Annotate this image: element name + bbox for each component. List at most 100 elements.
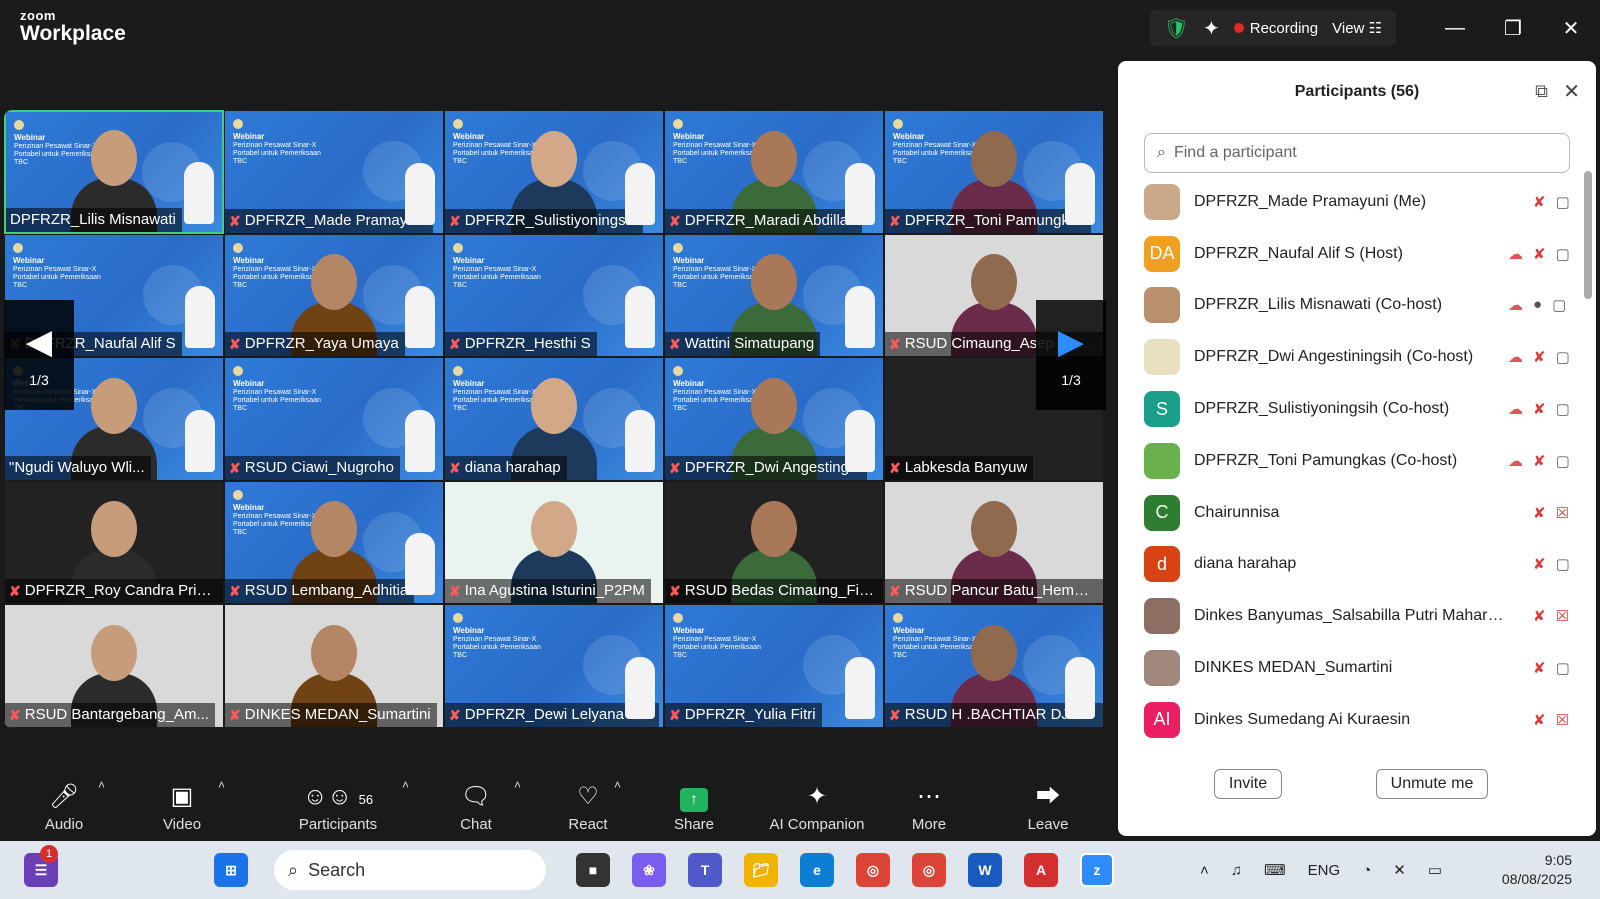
cloud-record-icon[interactable]: ☁ <box>1508 348 1523 366</box>
chat-options-caret[interactable]: ˄ <box>514 778 521 792</box>
video-tile[interactable]: WebinarPerizinan Pesawat Sinar-X Portabe… <box>224 357 444 481</box>
video-off-icon[interactable]: ☒ <box>1556 504 1569 522</box>
video-tile[interactable]: WebinarPerizinan Pesawat Sinar-X Portabe… <box>444 357 664 481</box>
prev-page-button[interactable]: ◀ 1/3 <box>4 300 74 410</box>
video-tile[interactable]: WebinarPerizinan Pesawat Sinar-X Portabe… <box>664 604 884 728</box>
react-options-caret[interactable]: ˄ <box>614 778 621 792</box>
video-tile[interactable]: ✘ Ina Agustina Isturini_P2PM <box>444 480 664 605</box>
wifi-icon[interactable]: ◔ <box>1362 862 1371 879</box>
video-options-caret[interactable]: ˄ <box>218 778 225 792</box>
participant-row[interactable]: CChairunnisa☁✘☒ <box>1144 487 1570 539</box>
audio-button[interactable]: 🎤︎ Audio <box>38 782 90 833</box>
ai-companion-button[interactable]: ✦ AI Companion <box>760 782 874 833</box>
volume-muted-icon[interactable]: ✕ <box>1393 861 1406 879</box>
mic-muted-icon[interactable]: ✘ <box>1533 504 1546 522</box>
participant-row[interactable]: DPFRZR_Made Pramayuni (Me)☁✘▢ <box>1144 176 1570 228</box>
leave-button[interactable]: ⮕ Leave <box>1022 782 1074 833</box>
video-camera-icon[interactable]: ▢ <box>1556 245 1570 263</box>
cloud-record-icon[interactable]: ☁ <box>1508 452 1523 470</box>
video-tile[interactable]: ✘ RSUD Pancur Batu_Hema ... <box>884 480 1104 605</box>
video-camera-icon[interactable]: ▢ <box>1556 348 1570 366</box>
video-camera-icon[interactable]: ▢ <box>1556 452 1570 470</box>
ai-sparkle-icon[interactable]: ✦ <box>1203 16 1220 41</box>
mic-muted-icon[interactable]: ✘ <box>1533 659 1546 677</box>
unmute-me-button[interactable]: Unmute me <box>1376 769 1488 799</box>
invite-button[interactable]: Invite <box>1214 769 1282 799</box>
zoom-taskbar-icon[interactable]: z <box>1080 853 1114 887</box>
share-button[interactable]: ↑ Share <box>666 782 722 833</box>
video-camera-icon[interactable]: ▢ <box>1556 659 1570 677</box>
clock[interactable]: 9:05 08/08/2025 <box>1502 851 1572 889</box>
restore-button[interactable]: ❐ <box>1484 0 1542 56</box>
language-indicator[interactable]: ENG <box>1308 862 1341 879</box>
video-tile[interactable]: WebinarPerizinan Pesawat Sinar-X Portabe… <box>224 233 444 358</box>
video-off-icon[interactable]: ☒ <box>1556 711 1569 729</box>
chrome-icon[interactable]: ◎ <box>856 853 890 887</box>
participant-row[interactable]: DPFRZR_Lilis Misnawati (Co-host) ☁ ● ▢ <box>1144 280 1570 332</box>
shield-icon[interactable]: 🛡 <box>1164 16 1189 41</box>
video-tile[interactable]: WebinarPerizinan Pesawat Sinar-X Portabe… <box>444 604 664 728</box>
participants-button[interactable]: ☺☺ 56 Participants <box>290 782 386 833</box>
keyboard-icon[interactable]: ⌨ <box>1264 861 1286 879</box>
video-tile[interactable]: WebinarPerizinan Pesawat Sinar-X Portabe… <box>664 110 884 234</box>
video-tile[interactable]: WebinarPerizinan Pesawat Sinar-X Portabe… <box>4 110 224 234</box>
participant-row[interactable]: DPFRZR_Toni Pamungkas (Co-host) ☁ ✘ ▢ <box>1144 435 1570 487</box>
mic-icon[interactable]: ● <box>1533 296 1542 314</box>
participant-row[interactable]: DA DPFRZR_Naufal Alif S (Host) ☁ ✘ ▢ <box>1144 228 1570 280</box>
audio-options-caret[interactable]: ˄ <box>98 778 105 792</box>
mic-muted-icon[interactable]: ✘ <box>1533 555 1546 573</box>
video-button[interactable]: ▣ Video <box>154 782 210 833</box>
task-view-icon[interactable]: ■ <box>576 853 610 887</box>
video-tile[interactable]: WebinarPerizinan Pesawat Sinar-X Portabe… <box>444 110 664 234</box>
video-tile[interactable]: WebinarPerizinan Pesawat Sinar-X Portabe… <box>224 480 444 605</box>
video-tile[interactable]: WebinarPerizinan Pesawat Sinar-X Portabe… <box>444 233 664 358</box>
react-button[interactable]: ♡ React <box>560 782 616 833</box>
video-off-icon[interactable]: ☒ <box>1556 607 1569 625</box>
more-button[interactable]: ⋯ More <box>904 782 954 833</box>
chrome-profile-icon[interactable]: ◎ <box>912 853 946 887</box>
windows-start-icon[interactable]: ⊞ <box>214 853 248 887</box>
chevron-up-icon[interactable]: ˄ <box>1200 862 1209 879</box>
mic-muted-icon[interactable]: ✘ <box>1533 607 1546 625</box>
view-button[interactable]: View ☷ <box>1332 19 1382 37</box>
participant-row[interactable]: Dinkes Banyumas_Salsabilla Putri Mahara.… <box>1144 590 1570 642</box>
speech-icon[interactable]: ♫ <box>1231 862 1242 879</box>
video-tile[interactable]: WebinarPerizinan Pesawat Sinar-X Portabe… <box>224 110 444 234</box>
video-camera-icon[interactable]: ▢ <box>1556 555 1570 573</box>
close-window-button[interactable]: ✕ <box>1542 0 1600 56</box>
cloud-record-icon[interactable]: ☁ <box>1508 296 1523 314</box>
search-input[interactable] <box>1173 144 1554 162</box>
cloud-record-icon[interactable]: ☁ <box>1508 400 1523 418</box>
battery-icon[interactable]: ▭ <box>1428 861 1442 879</box>
mic-muted-icon[interactable]: ✘ <box>1533 452 1546 470</box>
popout-icon[interactable]: ⧉ <box>1535 81 1548 102</box>
video-tile[interactable]: ✘ RSUD Bedas Cimaung_Fik... <box>664 480 884 605</box>
participant-row[interactable]: S DPFRZR_Sulistiyoningsih (Co-host) ☁ ✘ ▢ <box>1144 383 1570 435</box>
edge-icon[interactable]: e <box>800 853 834 887</box>
recording-indicator[interactable]: Recording <box>1233 20 1318 37</box>
participant-row[interactable]: DPFRZR_Dwi Angestiningsih (Co-host) ☁ ✘ ▢ <box>1144 331 1570 383</box>
chat-button[interactable]: 🗨︎ Chat <box>450 782 502 833</box>
video-camera-icon[interactable]: ▢ <box>1556 193 1570 211</box>
video-tile[interactable]: ✘ DINKES MEDAN_Sumartini <box>224 604 444 728</box>
participant-row[interactable]: ddiana harahap☁✘▢ <box>1144 539 1570 591</box>
video-tile[interactable]: WebinarPerizinan Pesawat Sinar-X Portabe… <box>664 357 884 481</box>
teams-icon[interactable]: T <box>688 853 722 887</box>
file-explorer-icon[interactable]: 📁︎ <box>744 853 778 887</box>
mic-muted-icon[interactable]: ✘ <box>1533 348 1546 366</box>
participant-row[interactable]: AIDinkes Sumedang Ai Kuraesin☁✘☒ <box>1144 694 1570 746</box>
participants-options-caret[interactable]: ˄ <box>402 778 409 792</box>
cloud-record-icon[interactable]: ☁ <box>1508 245 1523 263</box>
video-tile[interactable]: ✘ RSUD Bantargebang_Am... <box>4 604 224 728</box>
acrobat-icon[interactable]: A <box>1024 853 1058 887</box>
minimize-button[interactable]: — <box>1426 0 1484 56</box>
close-icon[interactable]: ✕ <box>1563 79 1580 104</box>
video-tile[interactable]: WebinarPerizinan Pesawat Sinar-X Portabe… <box>884 604 1104 728</box>
video-camera-icon[interactable]: ▢ <box>1556 400 1570 418</box>
video-tile[interactable]: WebinarPerizinan Pesawat Sinar-X Portabe… <box>664 233 884 358</box>
participant-row[interactable]: DINKES MEDAN_Sumartini☁✘▢ <box>1144 642 1570 694</box>
next-page-button[interactable]: ▶ 1/3 <box>1036 300 1106 410</box>
mic-muted-icon[interactable]: ✘ <box>1533 711 1546 729</box>
video-tile[interactable]: ✘ DPFRZR_Roy Candra Prim... <box>4 480 224 605</box>
mic-muted-icon[interactable]: ✘ <box>1533 400 1546 418</box>
